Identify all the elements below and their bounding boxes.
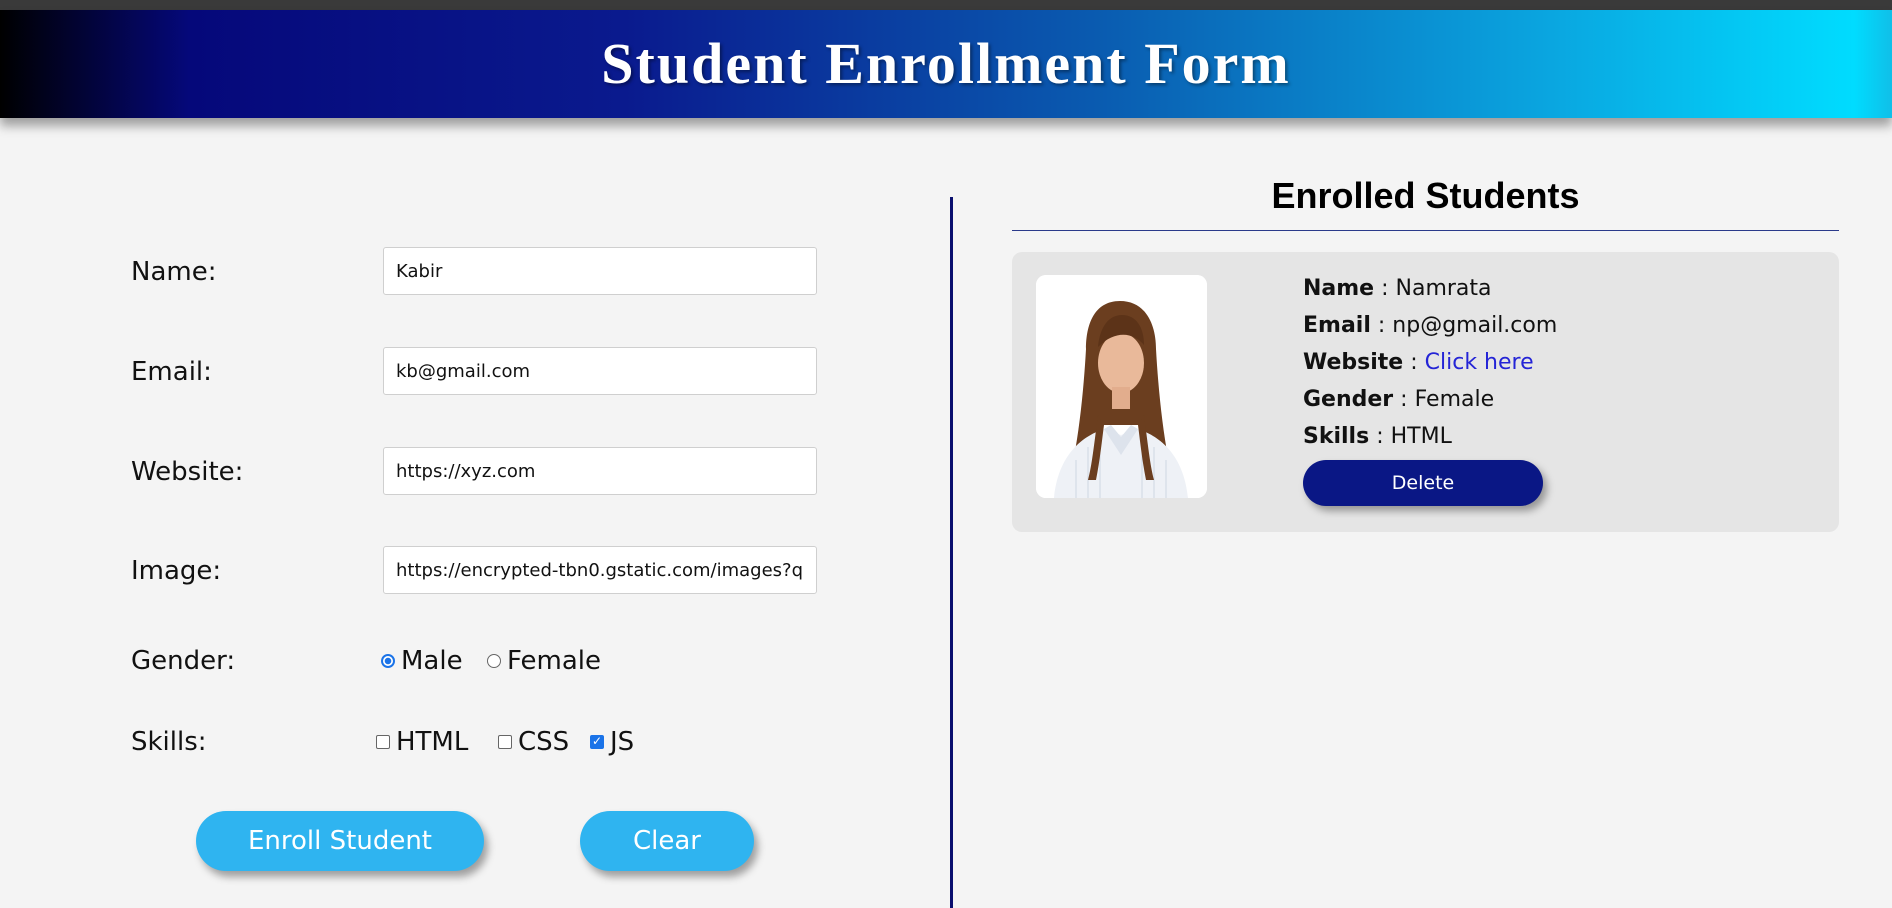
student-website-line: Website : Click here — [1303, 350, 1534, 375]
checkbox-js[interactable]: ✓ — [590, 735, 604, 749]
website-label: Website: — [131, 457, 244, 487]
name-label: Name: — [131, 257, 217, 287]
student-name: Namrata — [1395, 276, 1492, 301]
gender-option-male[interactable]: Male — [381, 636, 463, 686]
browser-top-strip — [0, 0, 1892, 10]
page-header: Student Enrollment Form — [0, 10, 1892, 118]
email-row: Email: — [131, 347, 821, 397]
student-gender: Female — [1414, 387, 1495, 412]
student-card: Name : Namrata Email : np@gmail.com Webs… — [1012, 252, 1839, 532]
radio-female[interactable] — [487, 654, 501, 668]
student-skills: HTML — [1390, 424, 1452, 449]
page-title: Student Enrollment Form — [601, 31, 1291, 96]
enroll-student-button[interactable]: Enroll Student — [196, 811, 484, 871]
skills-label: Skills: — [131, 727, 207, 757]
student-name-line: Name : Namrata — [1303, 276, 1492, 301]
title-underline — [1012, 230, 1839, 231]
skills-key: Skills — [1303, 424, 1370, 449]
student-skills-line: Skills : HTML — [1303, 424, 1452, 449]
email-key: Email — [1303, 313, 1371, 338]
student-photo — [1036, 275, 1207, 498]
image-row: Image: — [131, 546, 821, 596]
clear-button[interactable]: Clear — [580, 811, 754, 871]
image-url-input[interactable] — [383, 546, 817, 594]
skill-option-label: CSS — [518, 727, 570, 757]
email-label: Email: — [131, 357, 212, 387]
website-row: Website: — [131, 447, 821, 497]
email-input[interactable] — [383, 347, 817, 395]
section-divider — [950, 197, 953, 908]
gender-option-label: Female — [507, 646, 602, 676]
website-link[interactable]: Click here — [1425, 350, 1534, 375]
website-input[interactable] — [383, 447, 817, 495]
checkbox-css[interactable] — [498, 735, 512, 749]
skill-option-label: JS — [610, 727, 635, 757]
skill-option-css[interactable]: CSS — [498, 717, 569, 767]
name-key: Name — [1303, 276, 1375, 301]
delete-button[interactable]: Delete — [1303, 460, 1543, 506]
skill-option-label: HTML — [396, 727, 469, 757]
name-input[interactable] — [383, 247, 817, 295]
student-info: Name : Namrata Email : np@gmail.com Webs… — [1303, 270, 1557, 455]
gender-key: Gender — [1303, 387, 1394, 412]
website-key: Website — [1303, 350, 1404, 375]
radio-male[interactable] — [381, 654, 395, 668]
skills-row: Skills: HTML CSS ✓ JS — [131, 717, 821, 767]
student-gender-line: Gender : Female — [1303, 387, 1495, 412]
image-label: Image: — [131, 556, 222, 586]
student-email-line: Email : np@gmail.com — [1303, 313, 1558, 338]
enrolled-students-title: Enrolled Students — [1271, 175, 1580, 216]
name-row: Name: — [131, 247, 821, 297]
skill-option-js[interactable]: ✓ JS — [590, 717, 634, 767]
skill-option-html[interactable]: HTML — [376, 717, 468, 767]
student-email: np@gmail.com — [1392, 313, 1558, 338]
gender-label: Gender: — [131, 646, 236, 676]
gender-option-female[interactable]: Female — [487, 636, 601, 686]
gender-option-label: Male — [401, 646, 463, 676]
checkbox-html[interactable] — [376, 735, 390, 749]
gender-row: Gender: Male Female — [131, 636, 821, 686]
